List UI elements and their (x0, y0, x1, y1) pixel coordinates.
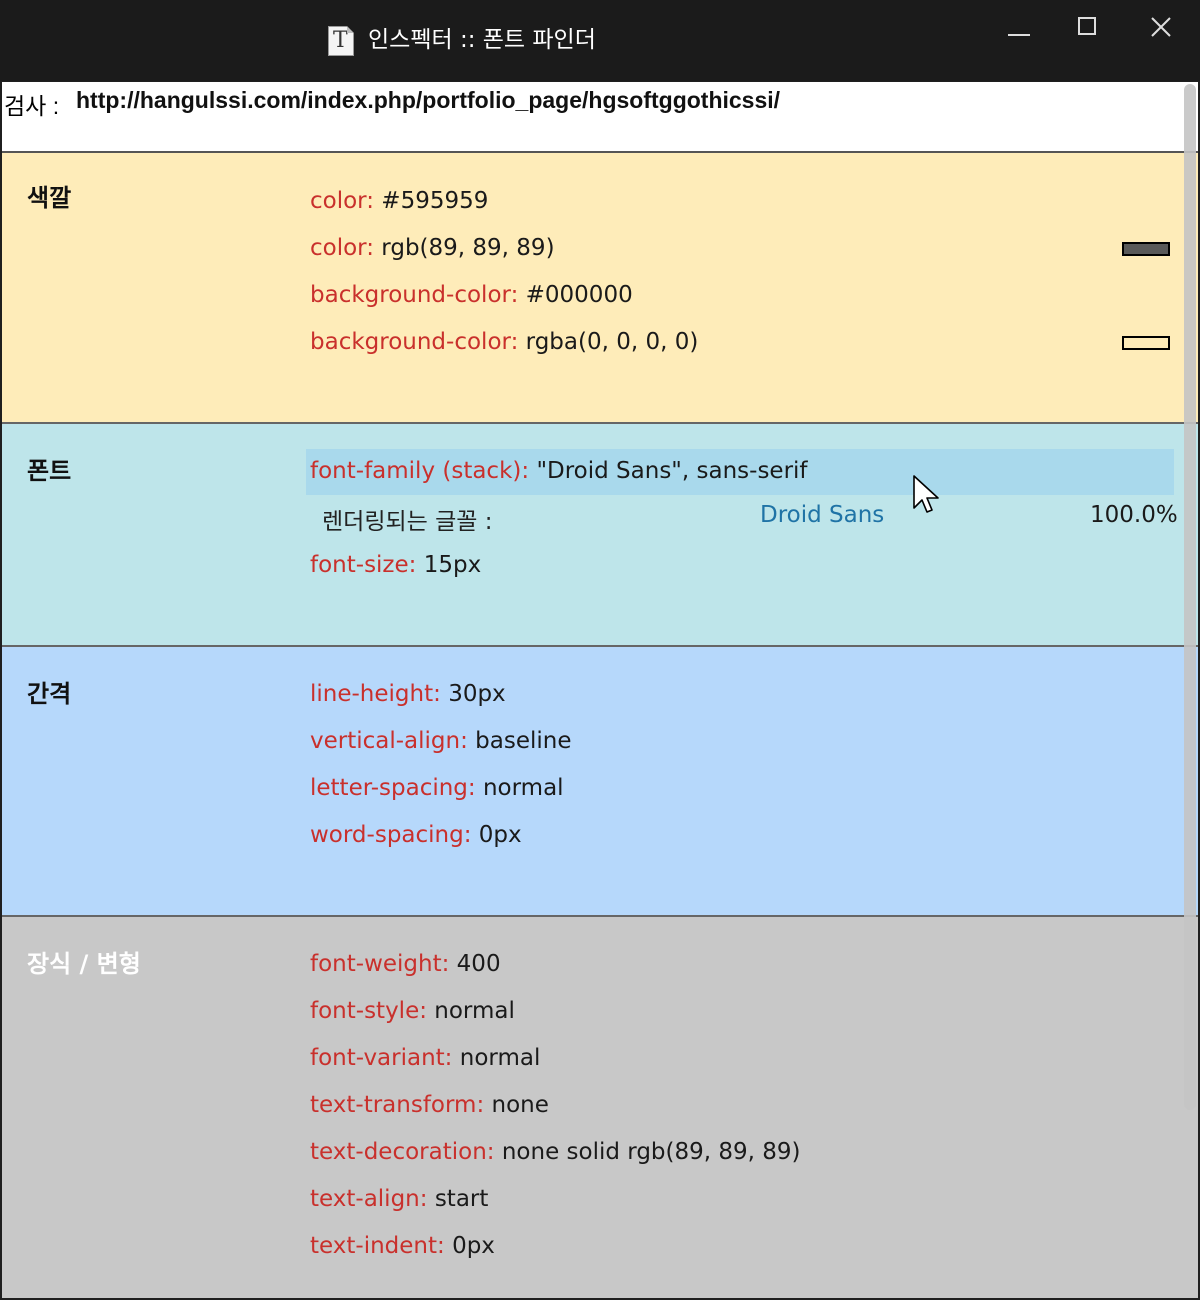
property-value: rgba(0, 0, 0, 0) (525, 329, 699, 355)
property-key: font-size: (310, 552, 417, 578)
property-row: font-variant: normal (310, 1043, 540, 1073)
section-title-font: 폰트 (27, 457, 72, 485)
property-value: #595959 (381, 188, 489, 214)
property-value: 400 (456, 951, 501, 977)
property-row: text-decoration: none solid rgb(89, 89, … (310, 1137, 801, 1167)
rendered-font-label: 렌더링되는 글꼴 : (322, 509, 493, 535)
section-title-color: 색깔 (27, 184, 72, 212)
inspector-panel: 검사 : http://hangulssi.com/index.php/port… (2, 82, 1198, 1298)
spacing-section: 간격 line-height: 30px vertical-align: bas… (2, 647, 1198, 917)
property-row: color: #595959 (310, 186, 488, 216)
property-row: letter-spacing: normal (310, 773, 564, 803)
property-value: baseline (475, 728, 572, 754)
property-row: text-transform: none (310, 1090, 549, 1120)
property-value: normal (459, 1045, 541, 1071)
property-row: background-color: #000000 (310, 280, 633, 310)
rendered-font-percentage: 100.0% (1090, 502, 1178, 528)
property-value: 30px (448, 681, 506, 707)
color-section: 색깔 color: #595959 color: rgb(89, 89, 89)… (2, 153, 1198, 424)
inspect-url[interactable]: http://hangulssi.com/index.php/portfolio… (76, 87, 780, 114)
property-value: none (491, 1092, 549, 1118)
property-key: text-transform: (310, 1092, 485, 1118)
font-section: 폰트 font-family (stack): "Droid Sans", sa… (2, 424, 1198, 647)
inspect-url-bar: 검사 : http://hangulssi.com/index.php/port… (2, 82, 1198, 153)
maximize-button[interactable] (1066, 8, 1112, 48)
property-value: 0px (478, 822, 522, 848)
background-color-swatch (1122, 336, 1170, 350)
property-row: vertical-align: baseline (310, 726, 572, 756)
property-key: font-style: (310, 998, 427, 1024)
property-value: #000000 (525, 282, 633, 308)
property-key: color: (310, 188, 374, 214)
document-font-icon: T (328, 26, 354, 56)
close-button[interactable] (1138, 8, 1184, 48)
rendered-font-name[interactable]: Droid Sans (760, 502, 884, 528)
property-value: normal (482, 775, 564, 801)
property-row: font-family (stack): "Droid Sans", sans-… (310, 456, 808, 486)
window-title: 인스펙터 :: 폰트 파인더 (368, 27, 596, 53)
property-value: none solid rgb(89, 89, 89) (501, 1139, 801, 1165)
property-row: background-color: rgba(0, 0, 0, 0) (310, 327, 698, 357)
property-row: font-weight: 400 (310, 949, 501, 979)
property-key: line-height: (310, 681, 441, 707)
property-key: font-family (stack): (310, 458, 530, 484)
property-key: text-decoration: (310, 1139, 495, 1165)
property-value: rgb(89, 89, 89) (381, 235, 555, 261)
property-row: text-align: start (310, 1184, 488, 1214)
property-key: color: (310, 235, 374, 261)
mouse-pointer-icon (913, 475, 939, 513)
section-title-decoration: 장식 / 변형 (27, 950, 141, 978)
maximize-icon (1078, 17, 1096, 35)
inspect-label: 검사 : (4, 93, 60, 119)
property-row: font-size: 15px (310, 550, 481, 580)
property-key: text-indent: (310, 1233, 445, 1259)
property-value: 0px (452, 1233, 495, 1259)
minimize-button[interactable] (996, 8, 1042, 48)
property-key: text-align: (310, 1186, 428, 1212)
title-bar[interactable]: T 인스펙터 :: 폰트 파인더 (0, 0, 1200, 81)
color-swatch (1122, 242, 1170, 256)
property-value: 15px (423, 552, 482, 578)
property-key: background-color: (310, 282, 519, 308)
property-key: letter-spacing: (310, 775, 476, 801)
property-row: font-style: normal (310, 996, 515, 1026)
property-key: font-variant: (310, 1045, 453, 1071)
property-value: start (434, 1186, 489, 1212)
vertical-scrollbar[interactable] (1184, 84, 1196, 1110)
decoration-section: 장식 / 변형 font-weight: 400 font-style: nor… (2, 917, 1198, 1298)
property-value: normal (434, 998, 515, 1024)
property-row: color: rgb(89, 89, 89) (310, 233, 555, 263)
close-icon (1151, 17, 1171, 37)
property-row: line-height: 30px (310, 679, 506, 709)
minimize-icon (1008, 34, 1030, 36)
section-title-spacing: 간격 (27, 680, 72, 708)
property-value: "Droid Sans", sans-serif (536, 458, 808, 484)
property-row: word-spacing: 0px (310, 820, 522, 850)
property-key: background-color: (310, 329, 519, 355)
property-key: word-spacing: (310, 822, 472, 848)
property-row: text-indent: 0px (310, 1231, 495, 1261)
property-key: font-weight: (310, 951, 450, 977)
property-key: vertical-align: (310, 728, 468, 754)
